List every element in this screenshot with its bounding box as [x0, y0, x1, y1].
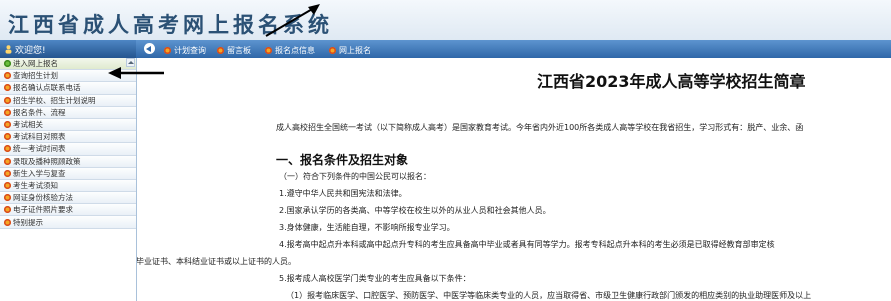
paragraph-line: 3.身体健康，生活能自理，不影响所报专业学习。 — [279, 223, 455, 232]
sidebar-item-label: 考试科目对照表 — [13, 132, 66, 142]
nav-plan-query-label: 计划查询 — [174, 45, 206, 55]
sidebar-item-exam-related[interactable]: 考试相关 — [0, 118, 136, 132]
bullet-icon — [4, 169, 11, 177]
paragraph-line: 4.报考高中起点升本科或高中起点升专科的考生应具备高中毕业或者具有同等学力。报考… — [279, 240, 775, 249]
sidebar-item-label: 进入网上报名 — [13, 59, 58, 69]
bullet-icon — [4, 133, 11, 141]
nav-online-register[interactable]: 网上报名 — [329, 44, 371, 56]
nav-site-info[interactable]: 报名点信息 — [265, 44, 315, 56]
sidebar-item-label: 报名条件、流程 — [13, 107, 66, 117]
main-content: 江西省2023年成人高等学校招生简章 成人高校招生全国统一考试（以下简称成人高考… — [137, 58, 891, 301]
sidebar-item-label: 特别提示 — [13, 217, 43, 227]
sidebar-item-exam-notes[interactable]: 考生考试须知 — [0, 179, 136, 193]
sidebar: 进入网上报名 查询招生计划 报名确认点联系电话 招生学校、招生计划说明 报名条件… — [0, 58, 137, 301]
bullet-icon — [4, 84, 11, 92]
sidebar-item-id-verify[interactable]: 网证身份核验方法 — [0, 192, 136, 205]
sidebar-item-label: 报名确认点联系电话 — [13, 83, 81, 93]
paragraph-line: 2.国家承认学历的各类高、中等学校在校生以外的从业人员和社会其他人员。 — [279, 206, 551, 215]
sidebar-item-conditions[interactable]: 报名条件、流程 — [0, 106, 136, 119]
bullet-icon — [4, 72, 11, 80]
sidebar-item-label: 统一考试时间表 — [13, 144, 66, 154]
header: 江西省成人高考网上报名系统 — [0, 0, 891, 40]
sidebar-item-label: 新生入学与复查 — [13, 168, 66, 178]
paragraph-line: （1）报考临床医学、口腔医学、预防医学、中医学等临床类专业的人员，应当取得省、市… — [286, 291, 812, 300]
nav-online-register-label: 网上报名 — [339, 45, 371, 55]
bullet-icon — [4, 96, 11, 104]
sidebar-item-admission-policy[interactable]: 录取及播种照顾政策 — [0, 155, 136, 168]
sidebar-item-contact-phone[interactable]: 报名确认点联系电话 — [0, 82, 136, 95]
document-title: 江西省2023年成人高等学校招生简章 — [537, 72, 806, 91]
bullet-icon — [4, 181, 11, 189]
nav-plan-query[interactable]: 计划查询 — [164, 44, 206, 56]
section-heading: 一、报名条件及招生对象 — [276, 153, 409, 167]
top-navbar: 欢迎您! 计划查询 留言板 报名点信息 网上报名 — [0, 40, 891, 58]
sidebar-item-label: 网证身份核验方法 — [13, 193, 73, 203]
bullet-icon — [164, 46, 171, 54]
annotation-arrow-icon — [265, 4, 320, 37]
sidebar-item-label: 查询招生计划 — [13, 71, 58, 81]
bullet-icon — [4, 218, 11, 226]
paragraph-line: 毕业证书、本科结业证书或以上证书的人员。 — [137, 257, 296, 266]
bullet-icon — [265, 46, 272, 54]
sidebar-item-photo-req[interactable]: 电子证件照片要求 — [0, 204, 136, 217]
welcome-bar: 欢迎您! — [0, 40, 136, 58]
sidebar-item-label: 电子证件照片要求 — [13, 205, 73, 215]
sidebar-item-enrollment[interactable]: 新生入学与复查 — [0, 167, 136, 180]
bullet-icon — [217, 46, 224, 54]
bullet-icon — [4, 206, 11, 214]
bullet-icon — [4, 60, 11, 68]
nav-message-board-label: 留言板 — [227, 45, 251, 55]
nav-message-board[interactable]: 留言板 — [217, 44, 251, 56]
sidebar-item-label: 考试相关 — [13, 120, 43, 130]
bullet-icon — [4, 145, 11, 153]
welcome-text: 欢迎您! — [15, 46, 46, 56]
sidebar-item-special-tips[interactable]: 特别提示 — [0, 216, 136, 229]
bullet-icon — [4, 194, 11, 202]
sidebar-item-label: 招生学校、招生计划说明 — [13, 95, 96, 105]
nav-site-info-label: 报名点信息 — [275, 45, 315, 55]
user-icon — [5, 45, 12, 54]
intro-paragraph: 成人高校招生全国统一考试（以下简称成人高考）是国家教育考试。今年省内外近100所… — [276, 123, 804, 132]
bullet-icon — [4, 157, 11, 165]
paragraph-line: 5.报考成人高校医学门类专业的考生应具备以下条件： — [279, 274, 471, 283]
paragraph-line: 1.遵守中华人民共和国宪法和法律。 — [279, 189, 407, 198]
paragraph-line: （一）符合下列条件的中国公民可以报名： — [279, 172, 431, 181]
collapse-sidebar-icon[interactable] — [144, 43, 155, 54]
bullet-icon — [4, 121, 11, 129]
bullet-icon — [329, 46, 336, 54]
sidebar-item-subject-table[interactable]: 考试科目对照表 — [0, 131, 136, 144]
sidebar-item-school-plan[interactable]: 招生学校、招生计划说明 — [0, 94, 136, 107]
sidebar-item-exam-schedule[interactable]: 统一考试时间表 — [0, 143, 136, 156]
sidebar-item-label: 考生考试须知 — [13, 180, 58, 190]
bullet-icon — [4, 108, 11, 116]
sidebar-item-label: 录取及播种照顾政策 — [13, 156, 81, 166]
